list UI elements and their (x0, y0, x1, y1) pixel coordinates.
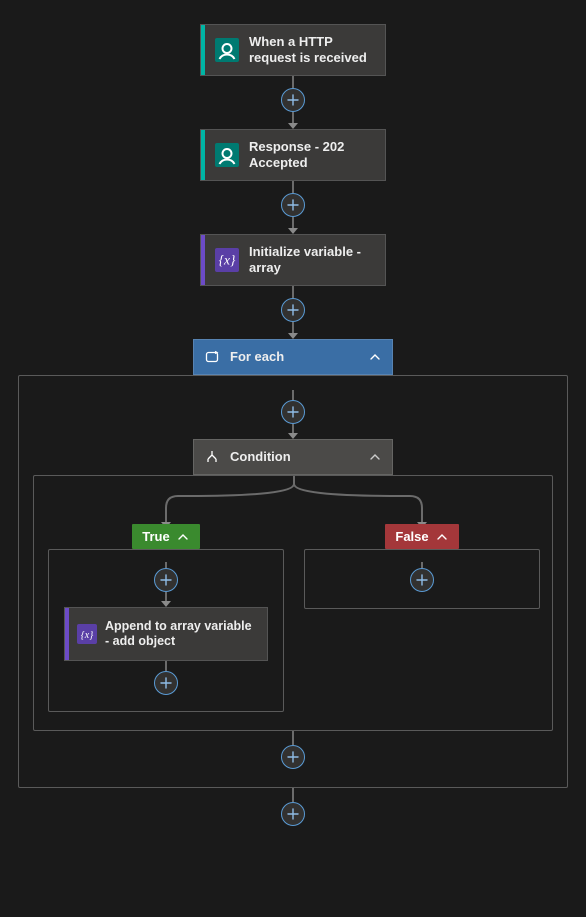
variable-icon: {x} (77, 624, 97, 644)
loop-icon (204, 349, 220, 365)
variable-icon: {x} (215, 248, 239, 272)
svg-text:{x}: {x} (219, 253, 236, 268)
add-step-button[interactable] (281, 400, 305, 424)
foreach-container: Condition True (18, 375, 568, 788)
branch-icon (204, 449, 220, 465)
response-label: Response - 202 Accepted (249, 139, 375, 170)
foreach-label: For each (230, 349, 358, 365)
chevron-up-icon (176, 530, 190, 544)
connector (292, 731, 294, 745)
condition-container: True (33, 475, 553, 731)
connector (292, 181, 294, 193)
connector (292, 76, 294, 88)
trigger-card[interactable]: When a HTTP request is received (200, 24, 386, 76)
true-label: True (142, 529, 169, 544)
add-step-button[interactable] (154, 671, 178, 695)
chevron-up-icon (368, 450, 382, 464)
initvar-card[interactable]: {x} Initialize variable - array (200, 234, 386, 286)
false-container (304, 549, 540, 609)
trigger-label: When a HTTP request is received (249, 34, 375, 65)
branch-row: True (48, 524, 538, 712)
connector (292, 286, 294, 298)
response-icon (215, 143, 239, 167)
http-icon (215, 38, 239, 62)
true-container: {x} Append to array variable - add objec… (48, 549, 284, 712)
chevron-up-icon (435, 530, 449, 544)
true-badge[interactable]: True (132, 524, 199, 549)
false-branch: False (304, 524, 540, 609)
initvar-label: Initialize variable - array (249, 244, 375, 275)
add-step-button[interactable] (281, 193, 305, 217)
add-step-button[interactable] (410, 568, 434, 592)
svg-text:{x}: {x} (81, 630, 93, 641)
add-step-button[interactable] (154, 568, 178, 592)
branch-connector (48, 476, 540, 524)
foreach-header[interactable]: For each (193, 339, 393, 375)
condition-header[interactable]: Condition (193, 439, 393, 475)
connector (165, 661, 167, 671)
add-step-button[interactable] (281, 298, 305, 322)
add-step-button[interactable] (281, 802, 305, 826)
false-badge[interactable]: False (385, 524, 458, 549)
add-step-button[interactable] (281, 745, 305, 769)
append-card[interactable]: {x} Append to array variable - add objec… (64, 607, 268, 661)
chevron-up-icon (368, 350, 382, 364)
connector (292, 390, 294, 400)
false-label: False (395, 529, 428, 544)
connector (292, 788, 294, 802)
true-branch: True (48, 524, 284, 712)
response-card[interactable]: Response - 202 Accepted (200, 129, 386, 181)
add-step-button[interactable] (281, 88, 305, 112)
append-label: Append to array variable - add object (105, 619, 259, 649)
condition-label: Condition (230, 449, 358, 465)
